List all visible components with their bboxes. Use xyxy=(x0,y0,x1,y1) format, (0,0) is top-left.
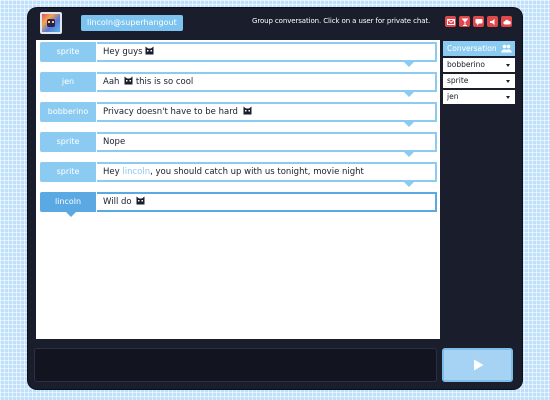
send-button[interactable] xyxy=(442,348,513,382)
message-body: , you should catch up with us tonight, m… xyxy=(150,167,364,177)
message-body: Privacy doesn't have to be hard xyxy=(103,107,238,117)
mail-icon[interactable] xyxy=(445,16,456,27)
username-badge[interactable]: lincoln@superhangout xyxy=(81,15,183,31)
message-text: Hey lincoln, you should catch up with us… xyxy=(97,162,437,182)
conversation-header-label: Conversation xyxy=(447,44,497,53)
sidebar-user-bobberino[interactable]: bobberino xyxy=(443,58,515,72)
user-mention[interactable]: lincoln xyxy=(122,167,150,177)
message-row: jen Aah this is so cool xyxy=(40,72,437,97)
message-body: Will do xyxy=(103,197,132,207)
people-icon xyxy=(501,44,512,53)
message-row-self: lincoln Will do xyxy=(40,192,437,217)
message-sender[interactable]: sprite xyxy=(40,42,96,62)
conversation-status-text: Group conversation. Click on a user for … xyxy=(252,17,431,25)
conversation-sidebar: Conversation bobberino sprite jen xyxy=(443,41,515,104)
message-text: Will do xyxy=(97,192,437,212)
message-text: Aah this is so cool xyxy=(97,72,437,92)
message-row: sprite Hey guys xyxy=(40,42,437,67)
sidebar-user-label: bobberino xyxy=(447,60,485,69)
cat-face-icon xyxy=(136,196,145,205)
top-icon-group xyxy=(445,16,512,28)
message-tail xyxy=(66,212,76,217)
chat-app-window: lincoln@superhangout Group conversation.… xyxy=(28,8,522,389)
message-sender[interactable]: jen xyxy=(40,72,96,92)
message-sender[interactable]: bobberino xyxy=(40,102,96,122)
message-tail xyxy=(404,62,414,67)
cat-face-icon xyxy=(145,46,154,55)
chat-icon[interactable] xyxy=(473,16,484,27)
top-bar: lincoln@superhangout Group conversation.… xyxy=(28,8,522,40)
play-icon xyxy=(473,359,483,371)
avatar-eye xyxy=(52,21,54,23)
user-avatar[interactable] xyxy=(40,12,62,34)
sidebar-user-label: sprite xyxy=(447,76,469,85)
message-list: sprite Hey guys jen Aah this is so cool … xyxy=(36,40,440,339)
message-sender[interactable]: lincoln xyxy=(40,192,96,212)
message-text: Privacy doesn't have to be hard xyxy=(97,102,437,122)
message-tail xyxy=(404,182,414,187)
chevron-down-icon xyxy=(506,80,510,83)
avatar-eye xyxy=(48,21,50,23)
message-body: Hey guys xyxy=(103,47,143,57)
message-row: sprite Hey lincoln, you should catch up … xyxy=(40,162,437,187)
message-body: Hey xyxy=(103,167,120,177)
cloud-icon[interactable] xyxy=(501,16,512,27)
cat-face-icon xyxy=(243,106,252,115)
message-tail xyxy=(404,122,414,127)
sidebar-user-jen[interactable]: jen xyxy=(443,90,515,104)
sidebar-user-sprite[interactable]: sprite xyxy=(443,74,515,88)
message-row: bobberino Privacy doesn't have to be har… xyxy=(40,102,437,127)
speaker-icon[interactable] xyxy=(487,16,498,27)
message-sender[interactable]: sprite xyxy=(40,132,96,152)
message-body: this is so cool xyxy=(135,77,194,87)
message-body: Nope xyxy=(103,137,126,147)
conversation-header: Conversation xyxy=(443,41,515,56)
message-text: Nope xyxy=(97,132,437,152)
cocktail-icon[interactable] xyxy=(459,16,470,27)
message-body: Aah xyxy=(103,77,120,87)
chevron-down-icon xyxy=(506,96,510,99)
chevron-down-icon xyxy=(506,64,510,67)
message-text: Hey guys xyxy=(97,42,437,62)
message-input[interactable] xyxy=(34,348,437,382)
message-tail xyxy=(404,92,414,97)
message-row: sprite Nope xyxy=(40,132,437,157)
cat-face-icon xyxy=(124,76,133,85)
sidebar-user-label: jen xyxy=(447,92,459,101)
message-tail xyxy=(404,152,414,157)
message-sender[interactable]: sprite xyxy=(40,162,96,182)
